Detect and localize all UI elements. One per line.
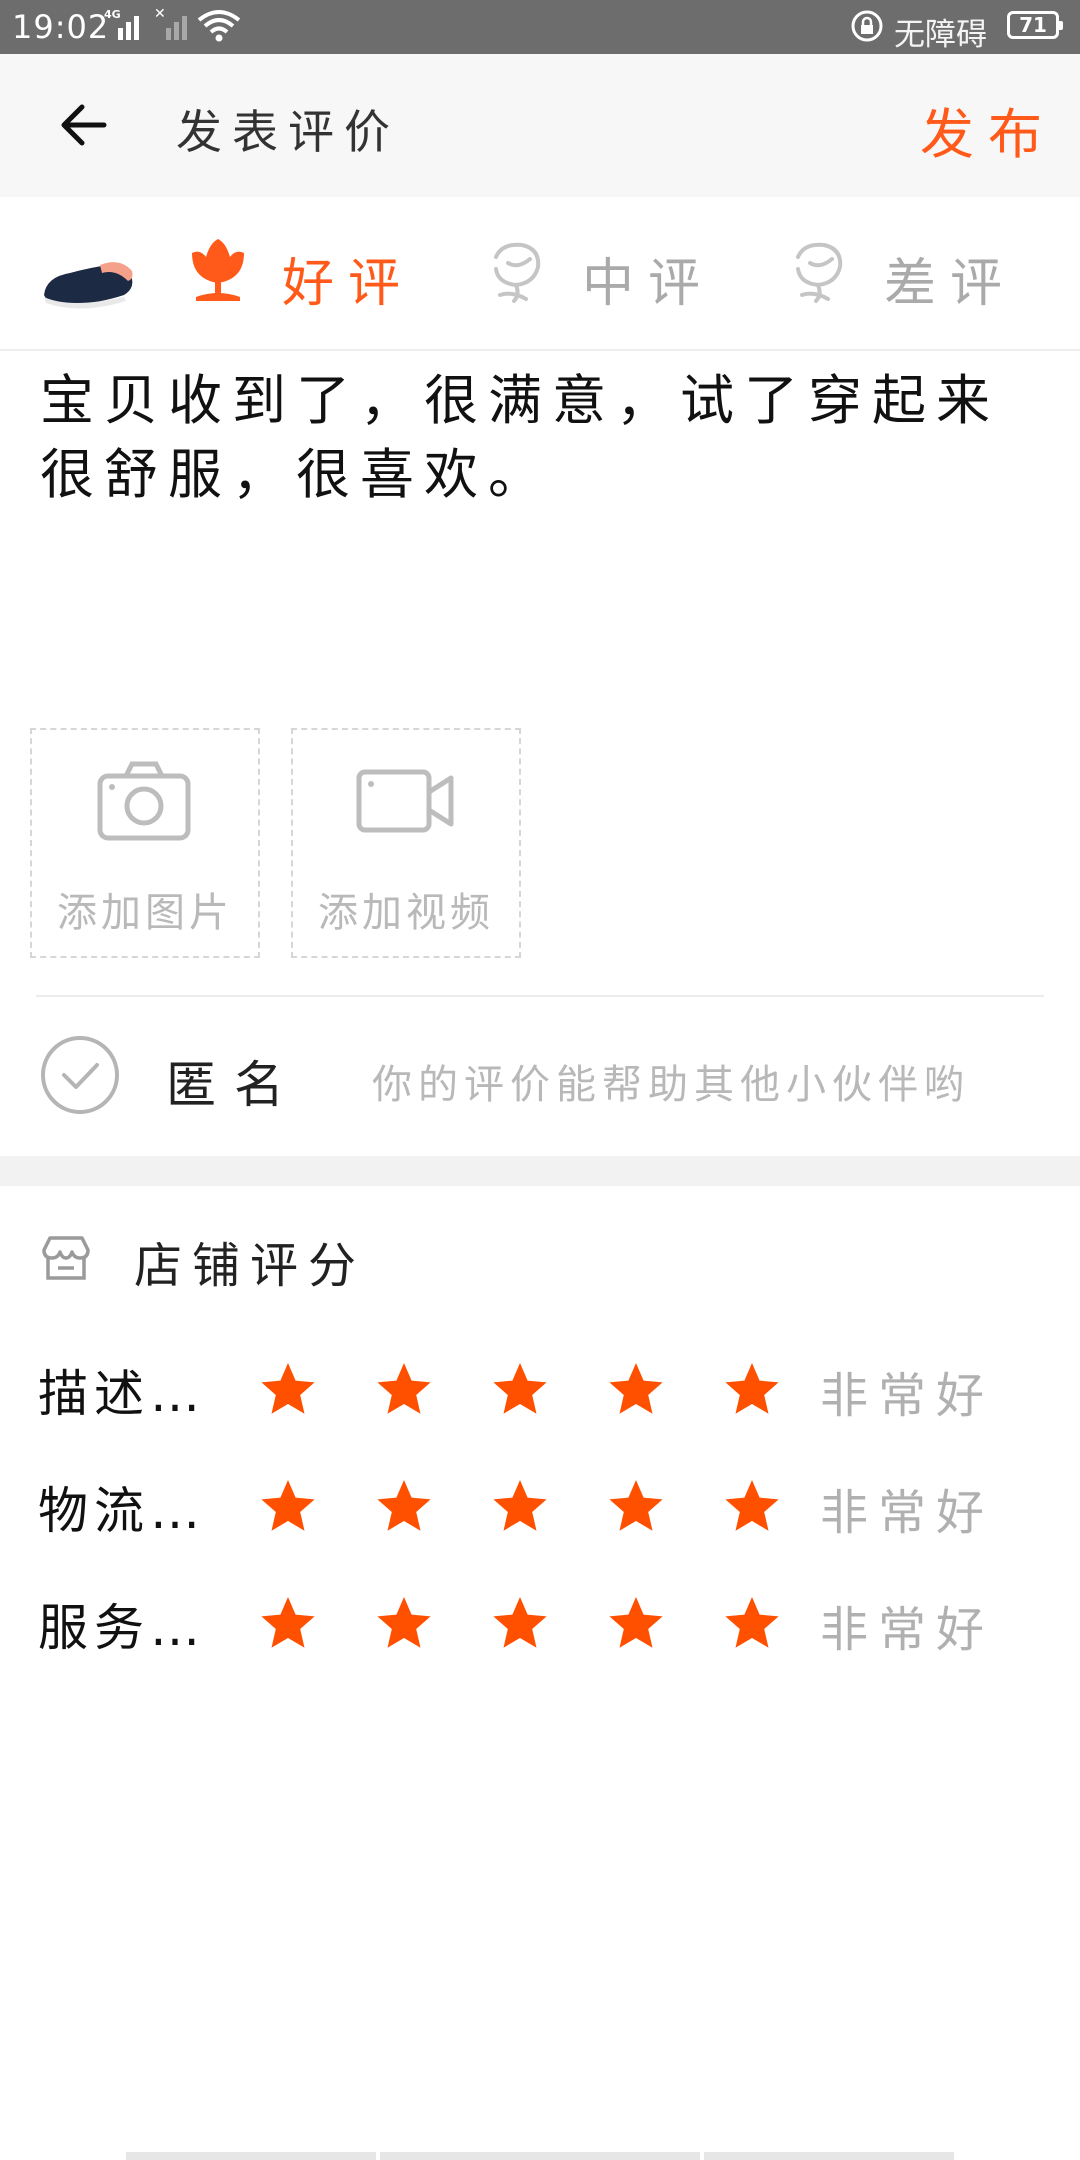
- product-thumbnail: [44, 262, 133, 309]
- tab-bad-review[interactable]: 差评: [788, 229, 1018, 319]
- star-icon[interactable]: [374, 1477, 434, 1537]
- rating-row-logistics: 物流… 非常好: [0, 1463, 1080, 1553]
- star-icon[interactable]: [258, 1477, 318, 1537]
- store-rating-title: 店铺评分: [134, 1238, 367, 1294]
- rating-row-value: 非常好: [820, 1485, 995, 1541]
- tab-label: 差评: [884, 254, 1017, 314]
- star-icon[interactable]: [374, 1594, 434, 1654]
- accessibility-text: 无障碍: [894, 17, 987, 53]
- review-textarea[interactable]: 宝贝收到了，很满意，试了穿起来很舒服，很喜欢。: [40, 364, 1050, 564]
- rating-row-label: 服务…: [38, 1599, 206, 1657]
- star-icon[interactable]: [606, 1360, 666, 1420]
- star-icon[interactable]: [374, 1360, 434, 1420]
- rating-row-label: 物流…: [38, 1482, 206, 1540]
- tab-good-review[interactable]: 好评: [186, 229, 406, 319]
- rating-row-description: 描述… 非常好: [0, 1346, 1080, 1436]
- signal-no-service-icon: ✕: [152, 6, 192, 40]
- star-icon[interactable]: [490, 1477, 550, 1537]
- rating-row-value: 非常好: [820, 1368, 995, 1424]
- battery-icon: 71: [1007, 11, 1063, 39]
- video-camera-icon: [356, 769, 454, 833]
- page-title: 发表评价: [176, 105, 400, 159]
- star-icon[interactable]: [490, 1594, 550, 1654]
- anonymous-checkbox[interactable]: [40, 1035, 120, 1115]
- star-icon[interactable]: [606, 1594, 666, 1654]
- store-icon: [42, 1236, 90, 1280]
- network-tag: 4G: [104, 8, 121, 21]
- flower-icon: [192, 239, 244, 301]
- nav-hint-bar: [380, 2152, 700, 2160]
- status-bar: 19:02 4G ✕ 无障碍 71: [0, 0, 1080, 54]
- star-icon[interactable]: [258, 1594, 318, 1654]
- star-icon[interactable]: [722, 1477, 782, 1537]
- tab-neutral-review[interactable]: 中评: [486, 229, 716, 319]
- anonymous-label: 匿名: [166, 1056, 302, 1114]
- camera-icon: [97, 761, 191, 841]
- anonymous-hint: 你的评价能帮助其他小伙伴哟: [372, 1062, 970, 1108]
- add-photo-button[interactable]: 添加图片: [30, 728, 260, 958]
- back-arrow-icon[interactable]: [52, 90, 122, 160]
- flower-outline-icon: [494, 242, 541, 303]
- header-bar: 发表评价 发布: [0, 54, 1080, 197]
- rating-row-value: 非常好: [820, 1602, 995, 1658]
- nav-hint-bar: [704, 2152, 954, 2160]
- divider: [36, 995, 1044, 997]
- add-photo-label: 添加图片: [57, 890, 233, 936]
- accessibility-lock-icon: [851, 10, 883, 42]
- add-video-label: 添加视频: [318, 890, 494, 936]
- wifi-icon: [197, 10, 241, 42]
- star-icon[interactable]: [606, 1477, 666, 1537]
- tab-label: 中评: [582, 254, 715, 314]
- signal-icon: 4G: [104, 8, 144, 40]
- rating-row-label: 描述…: [38, 1365, 206, 1423]
- rating-row-service: 服务… 非常好: [0, 1580, 1080, 1670]
- section-gap: [0, 1156, 1080, 1186]
- publish-button[interactable]: 发布: [920, 90, 1056, 169]
- star-icon[interactable]: [722, 1360, 782, 1420]
- tab-label: 好评: [282, 254, 415, 314]
- star-icon[interactable]: [258, 1360, 318, 1420]
- rating-tabs: 好评 中评 差评: [0, 197, 1080, 351]
- status-time: 19:02: [12, 8, 110, 46]
- star-icon[interactable]: [722, 1594, 782, 1654]
- nav-hint-bar: [126, 2152, 376, 2160]
- flower-outline-icon: [796, 242, 843, 303]
- add-video-button[interactable]: 添加视频: [291, 728, 521, 958]
- star-icon[interactable]: [490, 1360, 550, 1420]
